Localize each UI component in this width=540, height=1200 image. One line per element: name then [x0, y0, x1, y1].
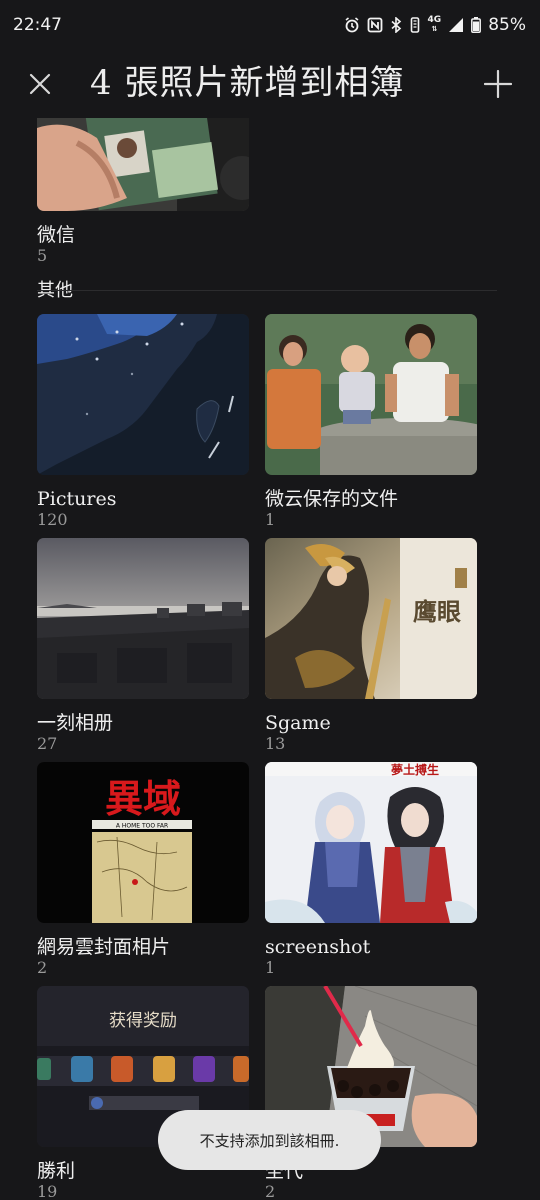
- movie-poster-thumbnail-image: 異域 A HOME TOO FAR: [37, 762, 249, 923]
- album-count: 27: [37, 734, 58, 753]
- album-thumbnail: 鹰眼: [265, 538, 477, 699]
- album-thumbnail: [37, 538, 249, 699]
- album-sgame[interactable]: 鹰眼 Sgame 13: [265, 538, 477, 753]
- album-thumbnail: 夢土搏生: [265, 762, 477, 923]
- family-photo-thumbnail-image: [265, 314, 477, 475]
- album-name: 網易雲封面相片: [37, 936, 171, 958]
- album-count: 2: [265, 1182, 276, 1200]
- album-name: 微云保存的文件: [265, 488, 399, 510]
- album-wechat[interactable]: 微信 5: [37, 118, 249, 265]
- album-name: screenshot: [265, 936, 371, 958]
- album-count: 1: [265, 510, 276, 529]
- signal-icon: [449, 18, 464, 32]
- album-count: 13: [265, 734, 286, 753]
- album-name: 一刻相册: [37, 712, 114, 734]
- plus-icon: [484, 70, 512, 98]
- battery-percentage: 85%: [488, 15, 526, 35]
- vibrate-icon: [410, 17, 419, 33]
- poster-title-text: 異域: [105, 776, 181, 821]
- status-time: 22:47: [13, 15, 62, 35]
- wechat-thumbnail-image: [37, 118, 249, 211]
- album-screenshot[interactable]: 夢土搏生 screenshot 1: [265, 762, 477, 977]
- game-hero-thumbnail-image: 鹰眼: [265, 538, 477, 699]
- album-count: 19: [37, 1182, 58, 1200]
- album-count: 120: [37, 510, 68, 529]
- album-name: 微信: [37, 224, 76, 246]
- section-divider: [37, 290, 497, 291]
- close-button[interactable]: [22, 66, 58, 102]
- nfc-icon: [367, 17, 382, 33]
- status-icons: 4G ⇅ 85%: [344, 15, 526, 35]
- album-pictures[interactable]: Pictures 120: [37, 314, 249, 529]
- section-header-other: 其他: [37, 280, 73, 301]
- album-count: 1: [265, 958, 276, 977]
- album-netease-covers[interactable]: 異域 A HOME TOO FAR 網易雲封面相片 2: [37, 762, 249, 977]
- battery-icon: [471, 17, 482, 33]
- network-type-label: 4G ⇅: [427, 15, 442, 34]
- status-bar: 22:47 4G ⇅ 85%: [0, 0, 540, 50]
- album-count: 5: [37, 246, 48, 265]
- reward-title-text: 获得奖励: [109, 1011, 177, 1031]
- map-thumbnail-image: [37, 314, 249, 475]
- album-yike[interactable]: 一刻相册 27: [37, 538, 249, 753]
- page-title: 4 張照片新增到相簿: [90, 63, 405, 103]
- album-thumbnail: [265, 314, 477, 475]
- app-bar: 4 張照片新增到相簿: [0, 52, 540, 114]
- album-name: Pictures: [37, 488, 117, 510]
- album-weiyun[interactable]: 微云保存的文件 1: [265, 314, 477, 529]
- poster-subtitle-text: A HOME TOO FAR: [116, 823, 168, 830]
- add-album-button[interactable]: [478, 64, 518, 104]
- alarm-icon: [345, 17, 359, 33]
- toast-message: 不支持添加到該相冊.: [158, 1110, 381, 1170]
- album-name: Sgame: [265, 712, 331, 734]
- album-thumbnail: [37, 314, 249, 475]
- album-list[interactable]: 微信 5 其他 Pictures 120 微云保存的文件 1 一刻相册 27 鹰…: [0, 118, 540, 1200]
- city-sunset-thumbnail-image: [37, 538, 249, 699]
- sgame-banner-text: 鹰眼: [413, 597, 461, 626]
- album-count: 2: [37, 958, 48, 977]
- anime-art-thumbnail-image: 夢土搏生: [265, 762, 477, 923]
- close-icon: [29, 73, 51, 95]
- album-thumbnail: 異域 A HOME TOO FAR: [37, 762, 249, 923]
- album-thumbnail: [37, 118, 249, 211]
- anime-banner-text: 夢土搏生: [391, 762, 439, 777]
- bluetooth-icon: [391, 17, 401, 33]
